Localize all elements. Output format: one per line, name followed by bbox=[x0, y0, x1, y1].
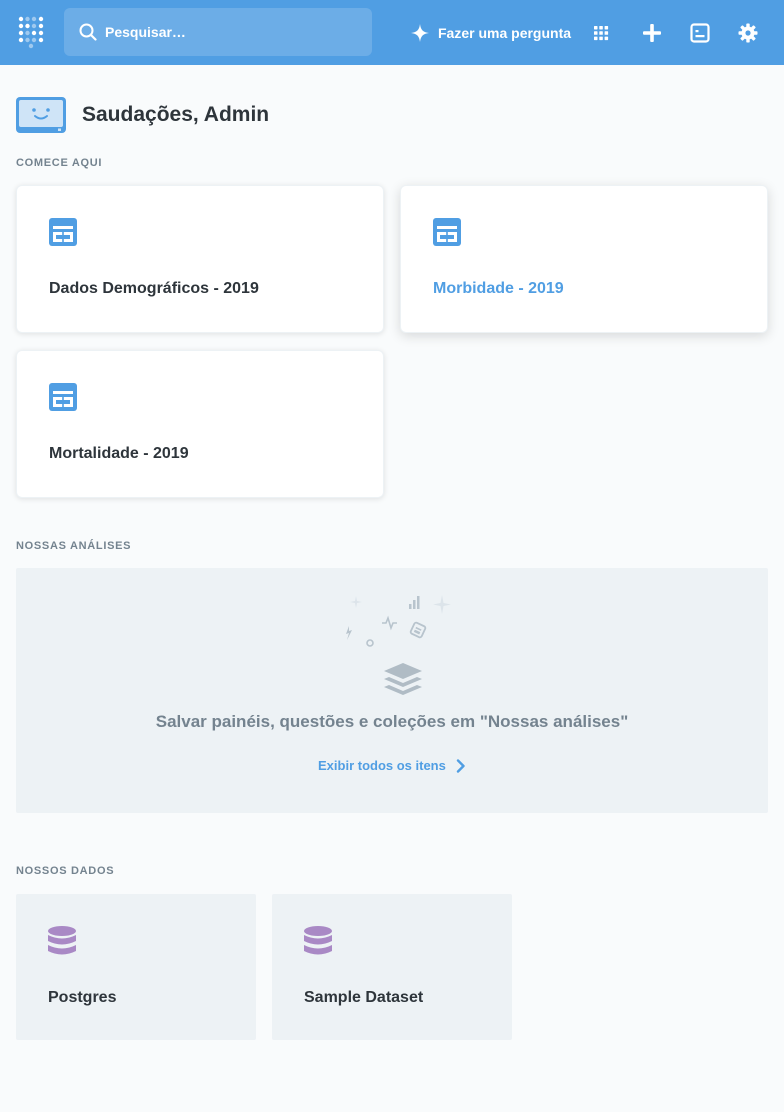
dashboard-icon bbox=[49, 383, 77, 411]
database-card-title: Sample Dataset bbox=[304, 989, 424, 1006]
greeting-bot-icon bbox=[16, 97, 66, 133]
our-analytics-empty-state: Salvar painéis, questões e coleções em "… bbox=[16, 568, 768, 813]
database-icon bbox=[304, 926, 332, 955]
our-analytics-label: Nossas análises bbox=[16, 540, 132, 552]
database-card-title: Postgres bbox=[48, 989, 117, 1006]
sparkle-icon bbox=[411, 24, 429, 42]
start-card-title: Mortalidade - 2019 bbox=[49, 445, 189, 462]
database-card-postgres[interactable]: Postgres bbox=[16, 894, 256, 1040]
ask-question-label: Fazer uma pergunta bbox=[438, 25, 572, 41]
start-card-morbidade[interactable]: Morbidade - 2019 bbox=[400, 185, 768, 333]
search-icon bbox=[79, 23, 97, 41]
dashboard-icon bbox=[49, 218, 77, 246]
start-card-demograficos[interactable]: Dados Demográficos - 2019 bbox=[16, 185, 384, 333]
start-card-title: Morbidade - 2019 bbox=[433, 280, 564, 297]
ask-question-button[interactable]: Fazer uma pergunta bbox=[410, 18, 571, 48]
start-here-label: Comece aqui bbox=[16, 157, 103, 169]
view-all-items-label: Exibir todos os itens bbox=[318, 758, 446, 773]
gear-icon[interactable] bbox=[735, 20, 761, 46]
dashboard-icon bbox=[433, 218, 461, 246]
empty-collection-illustration bbox=[346, 595, 451, 695]
database-icon bbox=[48, 926, 76, 955]
plus-icon[interactable] bbox=[639, 20, 665, 46]
logo-icon[interactable] bbox=[16, 15, 48, 49]
chevron-right-icon bbox=[456, 758, 465, 773]
search-placeholder: Pesquisar… bbox=[105, 24, 186, 40]
search-input[interactable]: Pesquisar… bbox=[64, 8, 372, 56]
terminal-icon[interactable] bbox=[687, 20, 713, 46]
start-card-mortalidade[interactable]: Mortalidade - 2019 bbox=[16, 350, 384, 498]
our-data-label: Nossos dados bbox=[16, 865, 115, 877]
greeting-heading: Saudações, Admin bbox=[82, 103, 270, 126]
grid-icon[interactable] bbox=[588, 20, 614, 46]
database-card-sample-dataset[interactable]: Sample Dataset bbox=[272, 894, 512, 1040]
top-navigation-bar: Pesquisar… Fazer uma pergunta bbox=[0, 0, 784, 65]
start-card-title: Dados Demográficos - 2019 bbox=[49, 280, 259, 297]
view-all-items-link[interactable]: Exibir todos os itens bbox=[318, 758, 466, 773]
empty-state-message: Salvar painéis, questões e coleções em "… bbox=[155, 712, 629, 731]
